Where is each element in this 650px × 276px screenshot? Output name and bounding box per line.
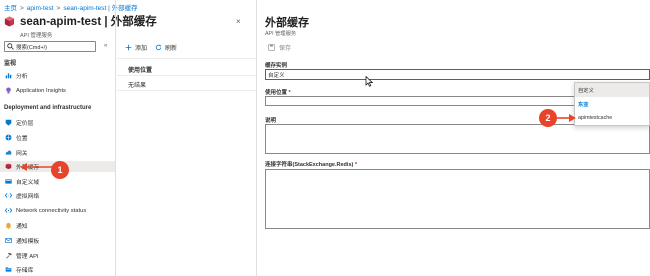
section-monitoring: 监视	[4, 61, 17, 67]
search-input[interactable]: 搜索(Cmd+/)	[4, 41, 96, 52]
add-button[interactable]: 添加	[125, 43, 147, 52]
dropdown-group-east-asia: 东亚	[578, 102, 589, 108]
locations-icon	[5, 134, 12, 141]
breadcrumb-current[interactable]: sean-apim-test | 外部缓存	[63, 5, 137, 12]
description-label: 说明	[265, 118, 277, 124]
breadcrumb-apim-test[interactable]: apim-test	[27, 5, 54, 12]
sidebar-item-repository[interactable]: 存储库	[0, 264, 115, 275]
annotation-2-arrow-icon	[557, 114, 576, 122]
search-placeholder: 搜索(Cmd+/)	[16, 44, 48, 51]
sidebar-item-pricing-tier[interactable]: 定价层	[0, 117, 115, 128]
gateways-icon	[5, 150, 12, 155]
dropdown-option-apimtestcache[interactable]: apimtestcache	[575, 111, 649, 125]
page-title: sean-apim-test | 外部缓存	[20, 16, 157, 28]
analytics-icon	[5, 73, 12, 79]
refresh-icon	[155, 44, 162, 51]
connection-string-textarea[interactable]	[265, 169, 650, 229]
cache-instance-select[interactable]: 自定义	[265, 69, 650, 80]
close-blade-icon[interactable]: ×	[236, 17, 241, 26]
external-cache-icon	[5, 163, 12, 169]
connection-string-label: 连接字符串(StackExchange.Redis) *	[265, 162, 357, 168]
notifications-icon	[5, 223, 12, 229]
refresh-button[interactable]: 刷新	[155, 43, 177, 52]
sidebar-item-network-status[interactable]: Network connectivity status	[0, 205, 115, 216]
pane-divider	[256, 0, 257, 276]
save-button[interactable]: 保存	[268, 43, 291, 52]
cache-instance-label: 缓存实例	[265, 63, 288, 69]
page-subtitle: API 管理服务	[20, 33, 53, 39]
panel-subtitle: API 管理服务	[265, 31, 297, 37]
virtual-network-icon	[5, 193, 12, 198]
network-status-icon	[5, 208, 12, 213]
middle-toolbar: 添加 刷新	[125, 43, 185, 52]
annotation-badge-1: 1	[51, 161, 69, 179]
table-row-divider	[117, 90, 256, 91]
sidebar-item-management-api[interactable]: 管理 API	[0, 250, 115, 261]
breadcrumb: 主页 > apim-test > sean-apim-test | 外部缓存	[4, 5, 138, 12]
collapse-sidebar-icon[interactable]: «	[104, 43, 107, 49]
api-management-icon	[4, 16, 15, 27]
dropdown-option-custom[interactable]: 自定义	[575, 83, 649, 97]
sidebar-divider	[115, 0, 116, 276]
custom-domains-icon	[5, 179, 12, 184]
repository-icon	[5, 267, 12, 272]
breadcrumb-home[interactable]: 主页	[4, 5, 17, 12]
notification-templates-icon	[5, 238, 12, 243]
mouse-cursor-icon	[365, 76, 374, 87]
save-icon	[268, 44, 275, 51]
sidebar-item-application-insights[interactable]: Application Insights	[0, 85, 115, 96]
sidebar-item-locations[interactable]: 位置	[0, 132, 115, 143]
management-api-icon	[6, 252, 12, 259]
description-textarea[interactable]	[265, 124, 650, 154]
sidebar-item-notification-templates[interactable]: 通知模板	[0, 235, 115, 246]
page-header: sean-apim-test | 外部缓存 API 管理服务	[4, 13, 157, 39]
sidebar-item-analytics[interactable]: 分析	[0, 70, 115, 81]
sidebar-item-gateways[interactable]: 网关	[0, 147, 115, 158]
application-insights-icon	[6, 87, 11, 94]
pricing-tier-icon	[5, 119, 12, 126]
panel-title: 外部缓存	[265, 17, 309, 29]
sidebar-item-virtual-network[interactable]: 虚拟网络	[0, 190, 115, 201]
empty-result-text: 无结果	[128, 83, 147, 89]
usage-location-dropdown: 自定义 东亚 apimtestcache	[574, 82, 650, 126]
toolbar-divider	[117, 58, 256, 59]
section-deployment: Deployment and infrastructure	[4, 105, 92, 111]
search-icon	[7, 43, 14, 50]
usage-location-label: 使用位置 *	[265, 90, 291, 96]
column-header-usage-location: 使用位置	[128, 68, 153, 74]
table-header-divider	[117, 75, 256, 76]
annotation-badge-2: 2	[539, 109, 557, 127]
plus-icon	[125, 44, 132, 51]
sidebar-item-notifications[interactable]: 通知	[0, 220, 115, 231]
